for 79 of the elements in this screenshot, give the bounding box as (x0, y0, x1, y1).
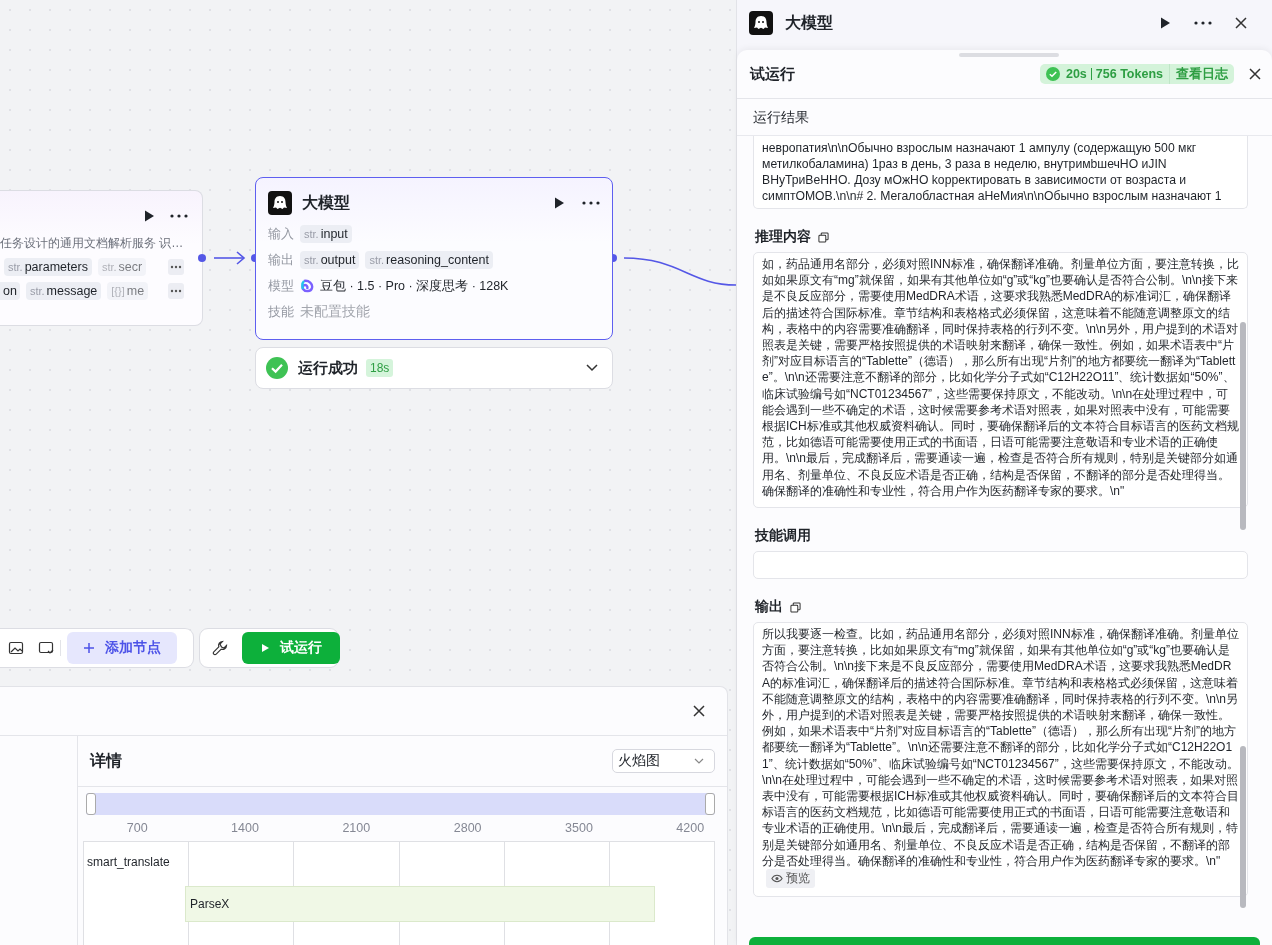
check-circle-icon (266, 357, 288, 379)
output-text: 所以我要逐一检查。比如，药品通用名部分，必须对照INN标准，确保翻译准确。剂量单位方面，要注意转换，比如如果原文有“mg”就保留，如果有其他单位如“g”或“kg”也要确认是否符合公制。\n\n接下来是不良反应部分，需要使用MedDRA术语，这要求我熟悉MedDRA的标准词汇，确保翻译后的描述符合国际标准。章节结构和表格格式必须保留，这意味着不能随意调整原文的结构，表格中的内容需要准确翻译，同时保持表格的行列不变。\n\n另外，用户提到的术语对照表是关键，需要严格按照提供的术语映射来翻译，确保一致性。例如，如果术语表中“片剂”对应目标语言的“Tablette”（德语），那么所有出现“片剂”的地方都要统一翻译为“Tablette”。\n\n还需要注意不翻译的部分，比如化学分子式如“C12H22O11”、统计数据如“50%”、临床试验编号如“NCT01234567”，这些需要保持原文，不能改动。\n\n在处理过程中，可能会遇到一些不确定的术语，这时候需要参考术语对照表，如果对照表中没有，可能需要根据ICH标准或其他权威资料确认。同时，要确保翻译后的文本符合目标语言的医药文档规范，比如德语可能需要使用正式的书面语，日语可能需要注意敬语和专业术语的正确使用。\n\n最后，完成翻译后，需要通读一遍，检查是否符合所有规则，特别是关键部分如通用名、剂量单位、不良反应术语是否正确，结构是否保留，不翻译的部分是否处理得当。确保翻译的准确性和专业性，符合用户作为医药翻译专家的要求。\n" (762, 627, 1239, 868)
variable-tag: str. secr (97, 258, 147, 276)
duration-badge: 18s (366, 359, 394, 377)
eye-icon (771, 874, 783, 884)
field-label: 输入 (268, 225, 294, 243)
chevron-down-icon (694, 758, 704, 764)
plus-icon (83, 642, 95, 654)
variable-tag: str. reasoning_content (365, 251, 493, 269)
copy-icon[interactable] (790, 601, 801, 613)
output-text: 如，药品通用名部分，必须对照INN标准，确保翻译准确。剂量单位方面，要注意转换，比如如果原文有“mg”就保留，如果有其他单位如“g”或“kg”也要确认是否符合公制。\n\n接下来是不良反应部分，需要使用MedDRA术语，这要求我熟悉MedDRA的标准词汇，确保翻译后的描述符合国际标准。章节结构和表格格式必须保留，这意味着不能随意调整原文的结构，表格中的内容需要准确翻译，同时保持表格的行列不变。\n\n另外，用户提到的术语对照表是关键，需要严格按照提供的术语映射来翻译，确保一致性。例如，如果术语表中“片剂”对应目标语言的“Tablette”（德语），那么所有出现“片剂”的地方都要统一翻译为“Tablette”。\n\n还需要注意不翻译的部分，比如化学分子式如“C12H22O11”、统计数据如“50%”、临床试验编号如“NCT01234567”，这些需要保持原文，不能改动。\n\n在处理过程中，可能会遇到一些不确定的术语，这时候需要参考术语对照表，如果对照表中没有，可能需要根据ICH标准或其他权威资料确认。同时，要确保翻译后的文本符合目标语言的医药文档规范，比如德语可能需要使用正式的书面语，日语可能需要注意敬语和专业术语的正确使用。\n\n最后，完成翻译后，需要通读一遍，检查是否符合所有规则，特别是关键部分如通用名、剂量单位、不良反应术语是否正确，结构是否保留，不翻译的部分是否处理得当。确保翻译的准确性和专业性，符合用户作为医药翻译专家的要求。\n" (762, 257, 1239, 498)
token-count: 756 Tokens (1095, 67, 1163, 81)
llm-node[interactable]: 大模型 输入 str. input 输出 str. output str. reasoning_content 模型 豆包 · 1.5 · Pro · 深度思考 · 128K 技能 未配置技能 (255, 177, 613, 340)
result-line: симптОМОВ.\n\n# 2. Мегалобластная аНеМия\n\nОбычно взрослым назначают 1 (762, 188, 1223, 204)
close-icon[interactable] (1248, 67, 1262, 81)
connector-arrow (213, 251, 246, 265)
add-node-button[interactable]: 添加节点 (67, 632, 177, 664)
workflow-node[interactable]: 任务设计的通用文档解析服务 识… str. parameters str. secr on str. message [{}] me (0, 190, 203, 326)
more-icon[interactable] (582, 200, 600, 206)
node-title: 大模型 (302, 192, 350, 213)
screen-icon[interactable] (38, 640, 54, 656)
axis-tick-label: 4200 (676, 821, 705, 837)
play-icon[interactable] (142, 209, 156, 223)
section-title: 输出 (755, 598, 783, 617)
result-line: невропатия\n\nОбычно взрослым назначают 1 ампулу (содержащую 500 мкг (762, 140, 1198, 156)
result-line: метилкобаламина) 1раз в день, 3 раза в неделю, внутримbшечНО иJIN (762, 156, 1168, 172)
skills-value: 未配置技能 (300, 303, 370, 321)
view-select[interactable]: 火焰图 (612, 749, 715, 773)
play-icon (260, 643, 270, 653)
flame-span[interactable]: ParseX (185, 886, 655, 922)
more-icon[interactable] (170, 213, 188, 219)
port-dot[interactable] (198, 254, 206, 262)
more-icon[interactable] (168, 283, 184, 299)
image-icon[interactable] (8, 640, 24, 656)
model-logo-icon (300, 279, 314, 293)
field-label: 输出 (268, 251, 294, 269)
variable-tag: str. input (300, 225, 352, 243)
axis-tick-label: 1400 (231, 821, 259, 837)
details-title: 详情 (90, 750, 122, 771)
variable-tag: [{}] me (107, 282, 149, 300)
close-icon[interactable] (692, 704, 706, 718)
variable-tag: str. output (300, 251, 360, 269)
field-label: 模型 (268, 277, 294, 295)
wrench-icon[interactable] (212, 640, 228, 656)
scrollbar[interactable] (1240, 322, 1246, 530)
panel-title: 大模型 (785, 12, 833, 33)
copy-icon[interactable] (818, 231, 829, 243)
play-icon[interactable] (1158, 16, 1172, 30)
preview-button[interactable]: 预览 (766, 869, 815, 889)
result-line: ВНуТриВеННО. Дозу мОжНО kорректировать в зависимости от возраста и (762, 172, 1188, 188)
play-icon[interactable] (552, 196, 566, 210)
slider-handle[interactable] (705, 793, 715, 815)
chevron-down-icon[interactable] (586, 364, 598, 372)
axis-tick-label: 2800 (453, 821, 482, 837)
variable-tag: on (0, 282, 20, 300)
check-circle-icon (1045, 67, 1060, 81)
axis-tick-label: 2100 (342, 821, 371, 837)
bot-icon (268, 191, 292, 215)
model-name: 豆包 · 1.5 · Pro · 深度思考 · 128K (320, 277, 509, 295)
axis-tick-label: 3500 (565, 821, 593, 837)
field-label: 技能 (268, 303, 294, 321)
section-title: 技能调用 (755, 527, 811, 546)
run-time: 20s (1065, 67, 1087, 81)
axis-tick-label: 700 (126, 821, 148, 837)
slider-handle[interactable] (86, 793, 96, 815)
more-icon[interactable] (168, 259, 184, 275)
more-icon[interactable] (1194, 20, 1212, 26)
run-status-bar[interactable]: 运行成功 18s (255, 347, 613, 389)
row-label: smart_translate (87, 855, 171, 869)
bot-icon (749, 11, 773, 35)
variable-tag: str. message (25, 282, 102, 300)
drag-handle[interactable] (959, 53, 1059, 57)
variable-tag: str. parameters (4, 258, 92, 276)
close-icon[interactable] (1234, 16, 1248, 30)
section-title: 推理内容 (755, 228, 811, 246)
sheet-title: 试运行 (750, 64, 795, 84)
node-description: 任务设计的通用文档解析服务 识… (0, 235, 185, 252)
status-text: 运行成功 (298, 358, 358, 378)
scrollbar[interactable] (1240, 746, 1246, 908)
